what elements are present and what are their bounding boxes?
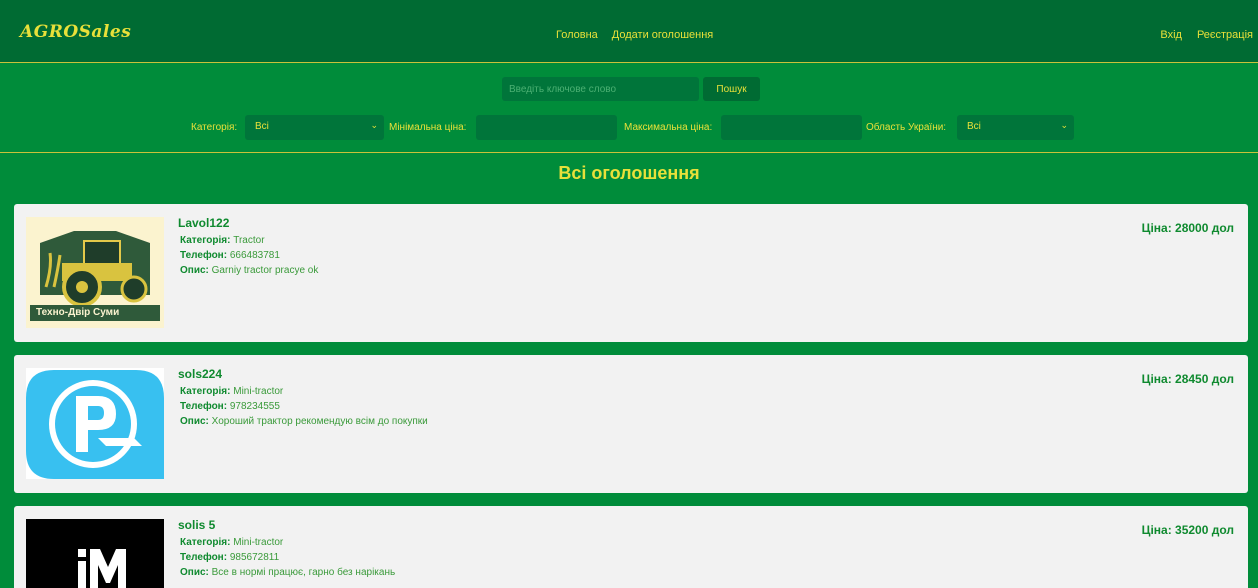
category-filter-label: Категорія:	[191, 122, 238, 133]
filter-panel: Пошук Категорія: Всі ⌄ Мінімальна ціна: …	[0, 64, 1258, 153]
listing-phone: Телефон: 985672811	[180, 552, 279, 563]
phone-value: 666483781	[229, 250, 280, 261]
listing-username: solis 5	[178, 518, 216, 532]
m-logo-icon	[26, 519, 164, 588]
region-select[interactable]: Всі ⌄	[957, 115, 1074, 140]
description-label: Опис:	[180, 567, 209, 578]
category-select[interactable]: Всі ⌄	[245, 115, 384, 140]
main-nav: Головна Додати оголошення	[556, 29, 713, 41]
site-logo[interactable]: AGROSales	[20, 22, 131, 42]
phone-label: Телефон:	[180, 552, 228, 563]
listing-phone: Телефон: 978234555	[180, 401, 280, 412]
listing-category: Категорія: Tractor	[180, 235, 265, 246]
chevron-down-icon: ⌄	[370, 120, 378, 130]
listing-price: Ціна: 35200 дол	[1141, 523, 1234, 537]
phone-value: 985672811	[229, 552, 280, 563]
category-label: Категорія:	[180, 537, 231, 548]
description-value: Хороший трактор рекомендую всім до покуп…	[211, 416, 428, 427]
listing-description: Опис: Хороший трактор рекомендую всім до…	[180, 416, 428, 427]
listing-image	[26, 519, 164, 588]
region-filter-label: Область України:	[866, 122, 947, 133]
nav-home-link[interactable]: Головна	[556, 29, 598, 41]
r-logo-icon	[26, 368, 164, 479]
phone-label: Телефон:	[180, 250, 228, 261]
nav-add-listing-link[interactable]: Додати оголошення	[612, 29, 713, 41]
description-label: Опис:	[180, 416, 209, 427]
phone-value: 978234555	[229, 401, 280, 412]
listing-username: Lavol122	[178, 216, 230, 230]
max-price-label: Максимальна ціна:	[624, 122, 713, 133]
listing-username: sols224	[178, 367, 223, 381]
register-link[interactable]: Реєстрація	[1197, 29, 1253, 41]
listing-description: Опис: Все в нормі працює, гарно без нарі…	[180, 567, 395, 578]
page-title: Всі оголошення	[558, 163, 700, 183]
category-value: Mini-tractor	[233, 386, 284, 397]
listing-phone: Телефон: 666483781	[180, 250, 280, 261]
category-value: Tractor	[233, 235, 265, 246]
category-value: Mini-tractor	[233, 537, 284, 548]
search-input[interactable]	[502, 77, 699, 101]
chevron-down-icon: ⌄	[1060, 120, 1068, 130]
listing-category: Категорія: Mini-tractor	[180, 537, 283, 548]
listing-description: Опис: Garniy tractor pracye ok	[180, 265, 318, 276]
listing-card[interactable]: solis 5 Категорія: Mini-tractor Телефон:…	[14, 506, 1248, 588]
region-select-value: Всі	[967, 121, 981, 132]
listing-image-caption: Техно-Двір Суми	[36, 307, 120, 318]
top-navbar: AGROSales Головна Додати оголошення Вхід…	[0, 0, 1258, 63]
listing-image	[26, 368, 164, 479]
description-label: Опис:	[180, 265, 209, 276]
description-value: Garniy tractor pracye ok	[211, 265, 319, 276]
phone-label: Телефон:	[180, 401, 228, 412]
listing-category: Категорія: Mini-tractor	[180, 386, 283, 397]
listing-card[interactable]: sols224 Категорія: Mini-tractor Телефон:…	[14, 355, 1248, 493]
category-select-value: Всі	[255, 121, 269, 132]
category-label: Категорія:	[180, 235, 231, 246]
listing-price: Ціна: 28450 дол	[1141, 372, 1234, 386]
description-value: Все в нормі працює, гарно без нарікань	[211, 567, 396, 578]
listing-price: Ціна: 28000 дол	[1141, 221, 1234, 235]
login-link[interactable]: Вхід	[1160, 29, 1182, 41]
search-button[interactable]: Пошук	[703, 77, 760, 101]
listing-image: Техно-Двір Суми	[26, 217, 164, 328]
listing-card[interactable]: Техно-Двір Суми Lavol122 Категорія: Trac…	[14, 204, 1248, 342]
min-price-input[interactable]	[476, 115, 617, 140]
auth-nav: Вхід Реєстрація	[1160, 29, 1253, 41]
category-label: Категорія:	[180, 386, 231, 397]
max-price-input[interactable]	[721, 115, 862, 140]
min-price-label: Мінімальна ціна:	[389, 122, 467, 133]
